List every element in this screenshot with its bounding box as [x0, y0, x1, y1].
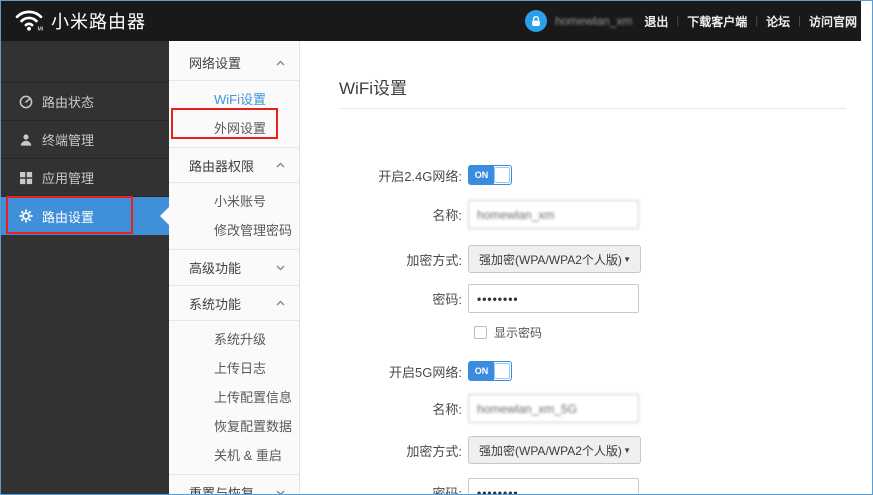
separator: | — [755, 15, 759, 27]
header-account-area: homewlan_xm 退出 | 下载客户端 | 论坛 | 访问官网 — [524, 10, 861, 32]
top-header: MI 小米路由器 homewlan_xm 退出 | 下载客户端 | 论坛 | 访… — [1, 1, 861, 41]
wifi-logo-icon: MI — [14, 6, 44, 36]
subnav-section-header-system[interactable]: 系统功能 — [169, 285, 299, 321]
toggle-knob — [494, 167, 510, 183]
toggle-on-label: ON — [469, 362, 494, 380]
logout-link[interactable]: 退出 — [644, 13, 668, 30]
encryption-5g-select[interactable]: 强加密(WPA/WPA2个人版) ▼ — [468, 436, 641, 464]
chevron-down-icon — [276, 264, 285, 271]
ssid-5g-input[interactable] — [468, 394, 639, 423]
enable-5g-toggle[interactable]: ON — [468, 361, 512, 381]
show-password-label: 显示密码 — [494, 326, 543, 340]
section-label: 高级功能 — [189, 261, 242, 276]
password-24g-label: 密码: — [432, 292, 462, 307]
sidebar-item-label: 应用管理 — [42, 171, 95, 186]
subnav-section-header-network[interactable]: 网络设置 — [169, 45, 299, 81]
section-label: 网络设置 — [189, 56, 242, 71]
selected-option: 强加密(WPA/WPA2个人版) — [479, 252, 622, 267]
official-site-link[interactable]: 访问官网 — [809, 13, 857, 30]
subnav-section-network: 网络设置 WiFi设置 外网设置 — [169, 45, 299, 147]
subnav-section-header-reset[interactable]: 重置与恢复 — [169, 474, 299, 495]
sidebar-item-router-status[interactable]: 路由状态 — [1, 83, 169, 121]
person-icon — [19, 133, 33, 147]
subnav-item-upload-log[interactable]: 上传日志 — [169, 354, 299, 383]
page-title: WiFi设置 — [339, 79, 407, 98]
password-24g-input[interactable] — [468, 284, 639, 313]
title-divider — [339, 108, 846, 109]
subnav-section-reset-restore: 重置与恢复 — [169, 474, 299, 495]
sidebar-item-router-settings[interactable]: 路由设置 — [1, 197, 169, 235]
router-admin-page: MI 小米路由器 homewlan_xm 退出 | 下载客户端 | 论坛 | 访… — [0, 0, 873, 495]
subnav-item-change-admin-password[interactable]: 修改管理密码 — [169, 216, 299, 245]
main-sidebar: 路由状态 终端管理 应用管理 路由设置 — [1, 41, 169, 494]
password-5g-input[interactable] — [468, 478, 639, 494]
separator: | — [798, 15, 801, 27]
enable-24g-label: 开启2.4G网络: — [378, 168, 462, 184]
download-client-link[interactable]: 下载客户端 — [687, 13, 747, 30]
logo-text: 小米路由器 — [51, 12, 146, 32]
section-label: 系统功能 — [189, 296, 242, 312]
subnav-section-header-advanced[interactable]: 高级功能 — [169, 249, 299, 285]
show-password-checkbox[interactable] — [474, 326, 487, 339]
subnav-item-shutdown-reboot[interactable]: 关机 & 重启 — [169, 441, 299, 470]
avatar — [524, 10, 547, 32]
section-label: 重置与恢复 — [189, 486, 255, 495]
chevron-up-icon — [276, 59, 285, 66]
subnav-item-restore-config-data[interactable]: 恢复配置数据 — [169, 412, 299, 441]
svg-text:MI: MI — [38, 26, 44, 31]
toggle-on-label: ON — [469, 166, 494, 184]
password-5g-label: 密码: — [432, 486, 462, 494]
app-logo: MI 小米路由器 — [1, 6, 146, 36]
selected-option: 强加密(WPA/WPA2个人版) — [479, 443, 622, 458]
name-5g-label: 名称: — [432, 402, 462, 417]
grid-icon — [19, 171, 33, 185]
subnav-section-system: 系统功能 系统升级 上传日志 上传配置信息 恢复配置数据 关机 & 重启 — [169, 285, 299, 474]
settings-subnav: 网络设置 WiFi设置 外网设置 路由器权限 小米账号 修改管理密码 高级功能 … — [169, 41, 300, 494]
encryption-24g-label: 加密方式: — [406, 252, 462, 268]
sidebar-spacer — [1, 41, 169, 83]
enable-24g-toggle[interactable]: ON — [468, 165, 512, 185]
subnav-item-system-upgrade[interactable]: 系统升级 — [169, 325, 299, 354]
sidebar-item-app-management[interactable]: 应用管理 — [1, 159, 169, 197]
ssid-24g-input[interactable] — [468, 200, 639, 229]
subnav-section-advanced: 高级功能 — [169, 249, 299, 285]
subnav-section-header-permissions[interactable]: 路由器权限 — [169, 147, 299, 183]
encryption-24g-select[interactable]: 强加密(WPA/WPA2个人版) ▼ — [468, 245, 641, 273]
gauge-icon — [19, 95, 33, 109]
section-label: 路由器权限 — [189, 158, 255, 174]
wifi-settings-form: 开启2.4G网络: ON 名称: 加密方式: 强加密(WPA/WPA2个人版) … — [339, 165, 861, 494]
enable-5g-label: 开启5G网络: — [389, 364, 462, 380]
chevron-down-icon — [276, 489, 285, 494]
subnav-item-upload-config-info[interactable]: 上传配置信息 — [169, 383, 299, 412]
active-item-notch — [160, 207, 169, 225]
username: homewlan_xm — [554, 14, 633, 28]
gear-icon — [19, 209, 33, 223]
dropdown-arrow-icon: ▼ — [623, 254, 631, 264]
chevron-up-icon — [276, 300, 285, 306]
chevron-up-icon — [276, 162, 285, 168]
dropdown-arrow-icon: ▼ — [623, 445, 631, 455]
sidebar-item-device-management[interactable]: 终端管理 — [1, 121, 169, 159]
separator: | — [676, 15, 680, 27]
forum-link[interactable]: 论坛 — [766, 13, 790, 30]
subnav-item-wan-settings[interactable]: 外网设置 — [169, 114, 299, 143]
encryption-5g-label: 加密方式: — [406, 443, 462, 459]
subnav-section-router-permissions: 路由器权限 小米账号 修改管理密码 — [169, 147, 299, 249]
sidebar-item-label: 路由设置 — [42, 209, 95, 225]
name-24g-label: 名称: — [432, 208, 462, 223]
subnav-item-mi-account[interactable]: 小米账号 — [169, 187, 299, 216]
subnav-item-wifi-settings[interactable]: WiFi设置 — [169, 85, 299, 114]
toggle-knob — [494, 363, 510, 379]
lock-icon — [532, 15, 540, 26]
main-content: WiFi设置 开启2.4G网络: ON 名称: 加密方式: 强加密(WPA/WP… — [300, 41, 861, 494]
sidebar-item-label: 路由状态 — [42, 95, 95, 110]
sidebar-item-label: 终端管理 — [42, 133, 95, 148]
